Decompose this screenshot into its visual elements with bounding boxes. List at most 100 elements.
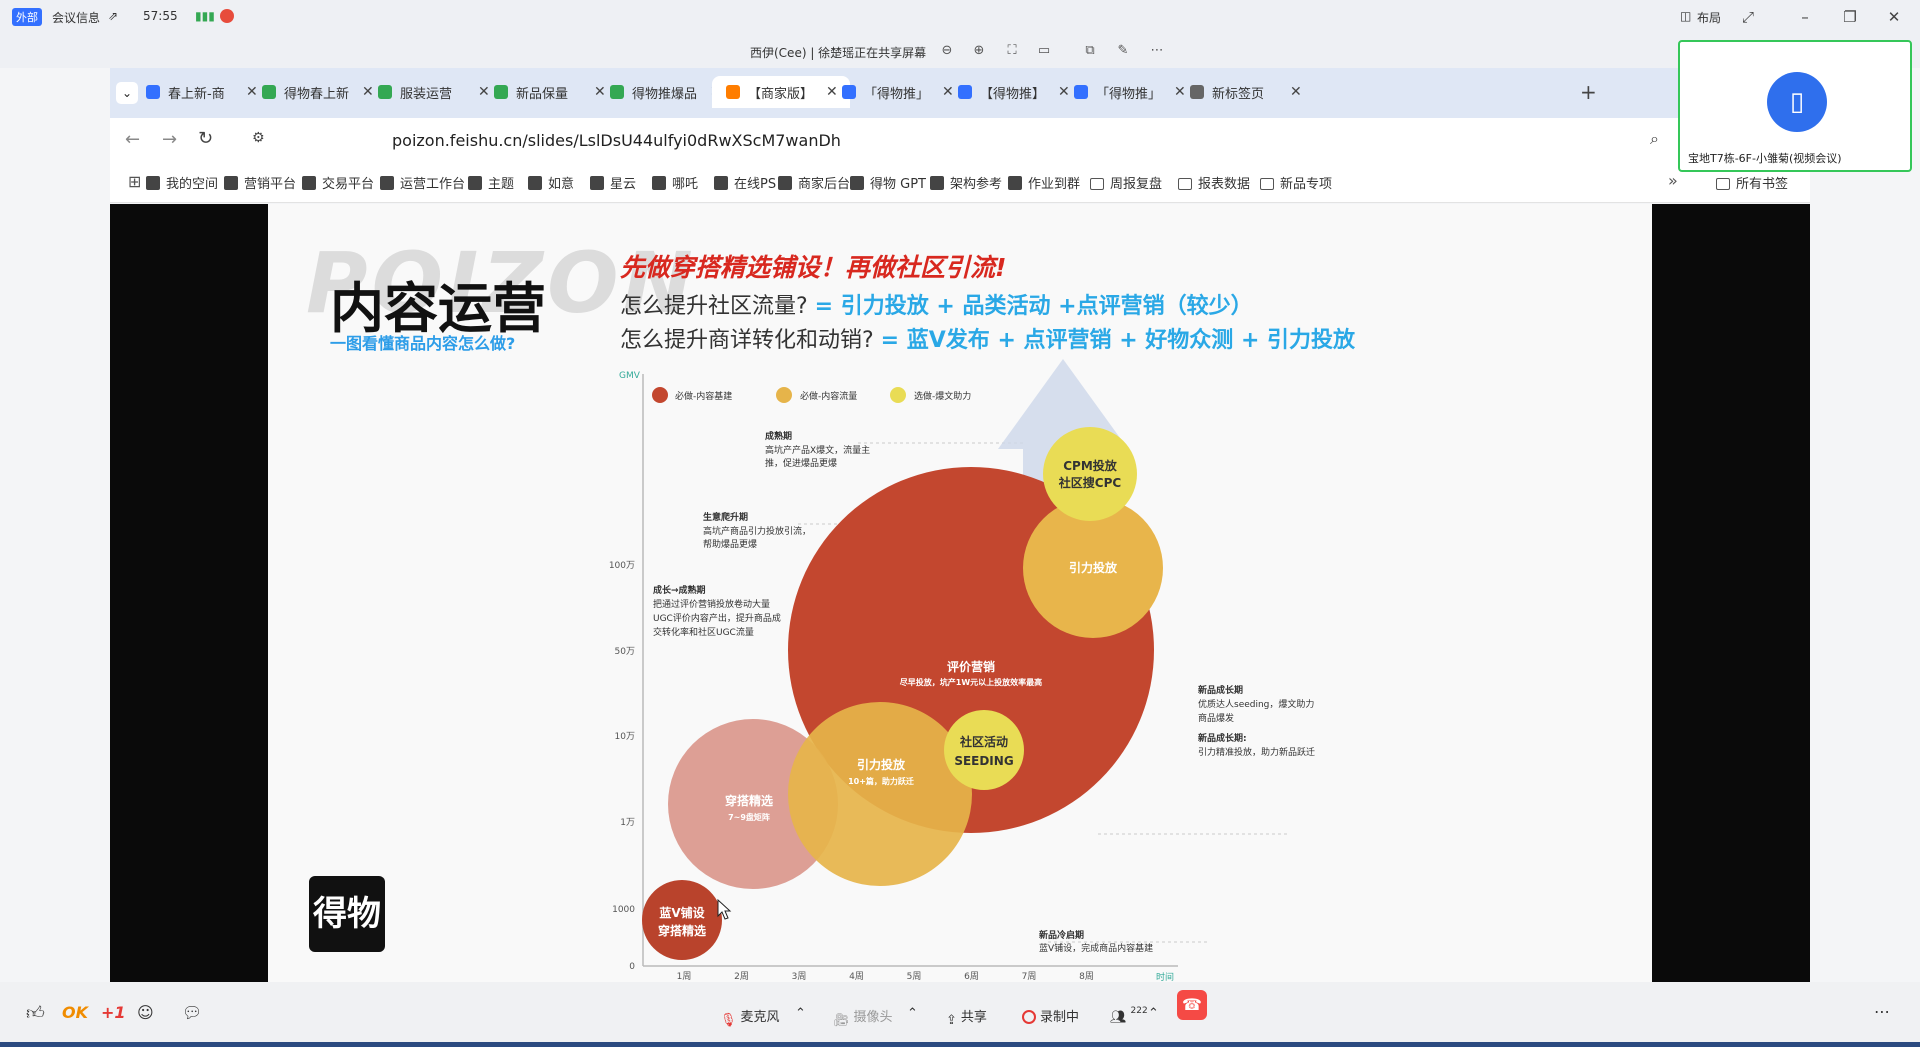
x-tick-label: 1周 (677, 971, 692, 982)
blue-v-label-2: 穿搭精选 (658, 923, 706, 938)
all-bookmarks-button[interactable]: 所有书签 (1716, 173, 1788, 192)
microphone-options-chevron-icon[interactable]: ⌃ (795, 1006, 806, 1021)
minimize-icon[interactable]: – (1795, 7, 1815, 27)
back-arrow-icon[interactable]: ← (125, 129, 140, 150)
tab-favicon-icon (726, 85, 740, 99)
record-label: 录制中 (1040, 1010, 1080, 1025)
zoom-magnifier-icon[interactable]: ⌕ (1650, 129, 1659, 149)
bookmark-favicon-icon (146, 176, 160, 190)
camera-off-icon: 🎥︎ (833, 1013, 850, 1028)
annotate-icon[interactable]: ✎ (1114, 42, 1132, 60)
browser-tab[interactable]: 新标签页 ✕ (1176, 76, 1314, 108)
restore-icon[interactable]: ❐ (1840, 7, 1860, 27)
ok-reaction-button[interactable]: OK (62, 1003, 88, 1022)
layout-icon[interactable]: ◫ (1680, 9, 1691, 23)
bookmark-item[interactable]: 报表数据 (1178, 173, 1250, 192)
actual-size-icon[interactable]: ▭ (1035, 42, 1053, 60)
bookmark-item[interactable]: 周报复盘 (1090, 173, 1162, 192)
bookmark-item[interactable]: 运营工作台 (380, 173, 465, 192)
annotation-growth-line1: 高坑产商品引力投放引流， (703, 525, 811, 537)
tab-favicon-icon (262, 85, 276, 99)
bookmark-item[interactable]: 得物 GPT (850, 173, 926, 192)
bookmark-item[interactable]: 哪吒 (652, 173, 698, 192)
zoom-out-icon[interactable]: ⊖ (938, 42, 956, 60)
more-bookmarks-chevron-icon[interactable]: » (1668, 171, 1678, 190)
site-info-icon[interactable]: ⚙ (252, 130, 265, 146)
url-field[interactable]: poizon.feishu.cn/slides/LslDsU44ulfyi0dR… (392, 131, 841, 150)
fullscreen-icon[interactable]: ⤢ (1738, 7, 1758, 27)
x-tick-label: 2周 (734, 971, 749, 982)
legend: 必做-内容基建 必做-内容流量 选做-爆文助力 (652, 387, 971, 403)
all-bookmarks-label: 所有书签 (1736, 177, 1789, 192)
annotation-g2m-line3: 交转化率和社区UGC流量 (653, 626, 754, 638)
meeting-info-button[interactable]: 会议信息 (52, 9, 100, 26)
legend-swatch-boost (890, 387, 906, 403)
gravity-small-label-2: 10+篇，助力跃迁 (848, 776, 914, 786)
microphone-label: 麦克风 (740, 1010, 780, 1025)
zoom-in-icon[interactable]: ⊕ (970, 42, 988, 60)
more-icon[interactable]: ⋯ (1148, 42, 1166, 60)
bookmark-item[interactable]: 商家后台 (778, 173, 850, 192)
bookmark-item[interactable]: 星云 (590, 173, 636, 192)
signal-icon[interactable]: ▮▮▮ (195, 9, 215, 23)
annotation-g2m-title: 成长→成熟期 (653, 584, 706, 596)
plus-one-reaction-button[interactable]: +1 (101, 1003, 126, 1022)
outfit-label-2: 7~9盘矩阵 (728, 812, 770, 822)
tab-label: 「得物推」 (1096, 86, 1162, 102)
reload-icon[interactable]: ↻ (198, 128, 213, 149)
emoji-icon[interactable]: ☺ (137, 1003, 154, 1022)
gravity-small-bubble (788, 702, 972, 886)
chat-bubble-icon[interactable]: 💬︎ (182, 1003, 202, 1022)
tab-close-icon[interactable]: ✕ (1290, 84, 1308, 100)
share-link-icon[interactable]: ⇗ (108, 9, 118, 23)
leave-meeting-button[interactable]: ☎ (1177, 990, 1207, 1020)
question-1-prefix: 怎么提升社区流量? (620, 294, 815, 319)
close-icon[interactable]: ✕ (1884, 7, 1904, 27)
bookmark-favicon-icon (590, 176, 604, 190)
camera-button[interactable]: 🎥︎ 摄像头 (833, 1006, 893, 1029)
bookmark-favicon-icon (224, 176, 238, 190)
legend-swatch-flow (776, 387, 792, 403)
bookmark-item[interactable]: 在线PS (714, 173, 776, 192)
bookmark-favicon-icon (302, 176, 316, 190)
folder-icon (1716, 178, 1730, 190)
camera-options-chevron-icon[interactable]: ⌃ (907, 1006, 918, 1021)
gravity-small-label-1: 引力投放 (857, 757, 906, 772)
share-toolbar: 西伊(Cee) | 徐楚瑶正在共享屏幕 ⊖ ⊕ ⛶ ▭ ⧉ ✎ ⋯ (0, 34, 1920, 68)
bookmark-favicon-icon (930, 176, 944, 190)
more-options-icon[interactable]: ⋯ (1874, 1002, 1890, 1021)
bookmark-item[interactable]: 作业到群 (1008, 173, 1080, 192)
bookmark-item[interactable]: 交易平台 (302, 173, 374, 192)
y-tick-label: 50万 (615, 647, 635, 657)
y-tick-label: 10万 (615, 732, 635, 742)
annotation-newgrow-line2: 商品爆发 (1198, 712, 1234, 724)
annotation-newgrow2-title: 新品成长期: (1198, 732, 1247, 744)
folder-icon (1260, 178, 1274, 190)
microphone-button[interactable]: 🎙︎ 麦克风 (720, 1006, 780, 1029)
thumbs-up-icon[interactable]: 👍︎ (26, 1002, 45, 1024)
layout-button[interactable]: 布局 (1697, 9, 1721, 26)
y-tick-labels: 0 1000 1万 10万 50万 100万 (609, 561, 635, 972)
apps-grid-icon[interactable]: ⊞ (128, 172, 141, 191)
annotation-cold-title: 新品冷启期 (1039, 929, 1084, 941)
fit-screen-icon[interactable]: ⛶ (1003, 42, 1021, 60)
participants-button[interactable]: 👥︎ 222 (1110, 1006, 1148, 1026)
record-button[interactable]: 录制中 (1022, 1006, 1079, 1025)
annotation-mature-line1: 高坑产产品X爆文，流量主 (765, 444, 870, 456)
new-tab-plus-icon[interactable]: + (1580, 80, 1597, 104)
bookmark-item[interactable]: 主题 (468, 173, 514, 192)
annotation-newgrow2-line1: 引力精准投放，助力新品跃迁 (1198, 746, 1315, 758)
forward-arrow-icon[interactable]: → (162, 129, 177, 150)
participants-options-chevron-icon[interactable]: ⌃ (1148, 1006, 1159, 1021)
community-label-1: 社区活动 (959, 734, 1008, 749)
cpm-label-1: CPM投放 (1063, 458, 1118, 473)
participants-count: 222 (1130, 1006, 1148, 1016)
bookmark-item[interactable]: 架构参考 (930, 173, 1002, 192)
bookmark-item[interactable]: 营销平台 (224, 173, 296, 192)
bookmark-item[interactable]: 如意 (528, 173, 574, 192)
bookmark-item[interactable]: 我的空间 (146, 173, 218, 192)
bookmark-item[interactable]: 新品专项 (1260, 173, 1332, 192)
video-tile[interactable]: ▯ 宝地T7栋-6F-小雏菊(视频会议) (1678, 40, 1912, 172)
share-button[interactable]: ⇪ 共享 (946, 1006, 987, 1029)
popout-icon[interactable]: ⧉ (1081, 42, 1099, 60)
